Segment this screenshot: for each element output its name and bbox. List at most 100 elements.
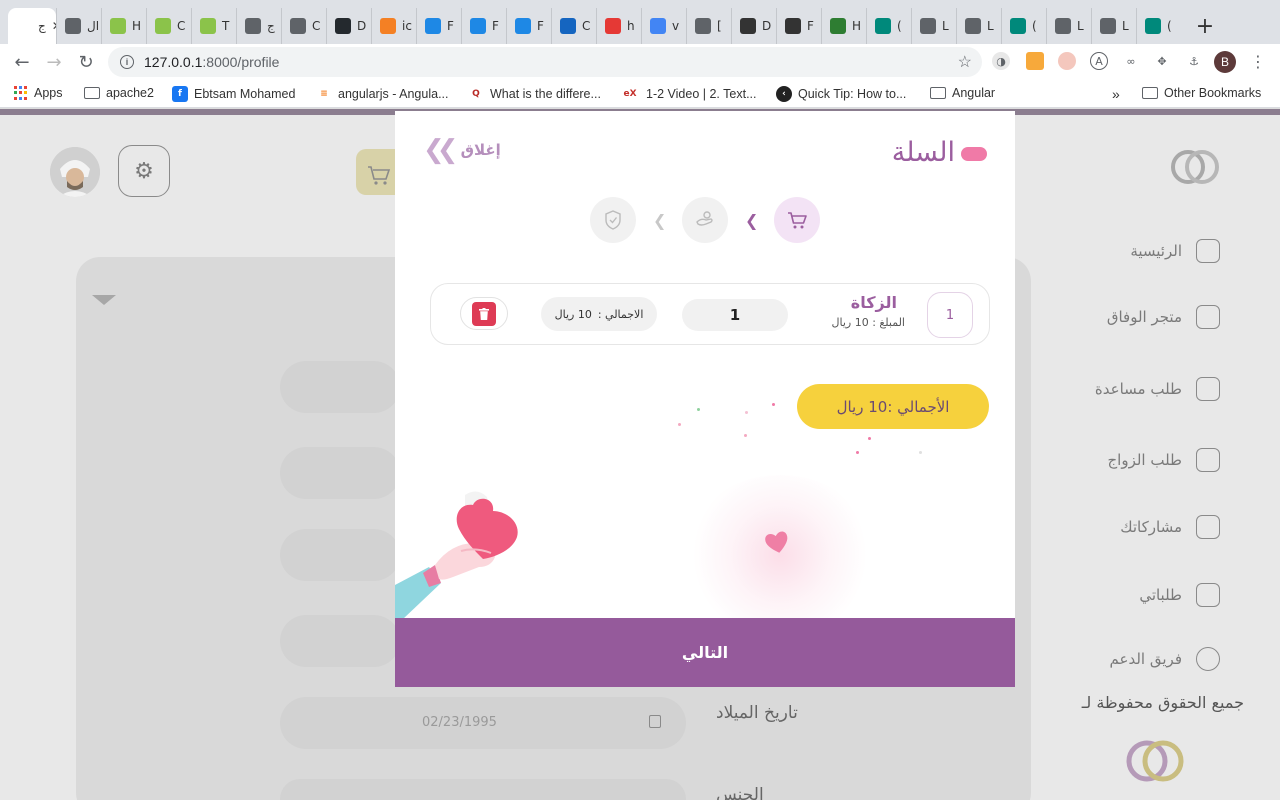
browser-tab[interactable]: C [146,8,191,44]
browser-tab[interactable]: D [731,8,776,44]
bookmark-apps[interactable]: Apps [14,86,63,100]
cart-tab[interactable] [356,149,396,195]
browser-tab[interactable]: L [956,8,1001,44]
bookmark-angularjs[interactable]: ≡ angularjs - Angula... [316,86,449,102]
site-info-icon[interactable]: i [120,55,134,69]
browser-tab[interactable]: L [1046,8,1091,44]
collapse-chevron-icon[interactable] [92,295,116,305]
reload-icon[interactable]: ↻ [70,46,102,78]
orange-extension-icon[interactable] [1026,52,1044,70]
bookmark-quora[interactable]: Q What is the differe... [468,86,601,102]
tab-title: L [987,19,994,33]
link-extension-icon[interactable]: ∞ [1122,52,1140,70]
move-extension-icon[interactable]: ✥ [1153,52,1171,70]
sidebar-item-support[interactable]: فريق الدعم [1110,647,1220,671]
settings-gear-button[interactable]: ⚙ [118,145,170,197]
address-bar[interactable]: i 127.0.0.1:8000/profile ☆ [108,47,982,77]
birth-date-value: 02/23/1995 [422,715,497,730]
double-chevron-left-icon: ❮❮ [423,135,458,165]
chat-icon [1196,647,1220,671]
bookmark-ebtsam[interactable]: f Ebtsam Mohamed [172,86,295,102]
browser-tab[interactable]: L [911,8,956,44]
quantity-input[interactable]: 1 [682,299,788,331]
close-button[interactable]: ❮❮ إغلاق [423,137,501,163]
bookmark-edx[interactable]: eX 1-2 Video | 2. Text... [620,86,757,102]
tab-title: F [537,19,544,33]
profile-field[interactable] [280,615,400,667]
browser-tab[interactable]: h [596,8,641,44]
bookmark-other[interactable]: Other Bookmarks [1142,86,1261,100]
home-icon [1196,239,1220,263]
new-tab-button[interactable]: + [1189,8,1221,44]
browser-tab[interactable]: ic [371,8,416,44]
overflow-chevron-icon: » [1112,86,1120,102]
user-avatar[interactable] [50,147,100,197]
browser-tab[interactable]: ( [1001,8,1046,44]
browser-tab[interactable]: L [1091,8,1136,44]
fv-icon [425,18,441,34]
sidebar-item-marriage-request[interactable]: طلب الزواج [1107,448,1220,472]
arrow-circle-icon: ‹ [776,86,792,102]
browser-tab[interactable]: ج [236,8,281,44]
font-extension-icon[interactable]: A [1090,52,1108,70]
bookmark-star-icon[interactable]: ☆ [958,52,972,72]
browser-tab[interactable]: T [191,8,236,44]
close-label: إغلاق [460,141,501,159]
bookmark-label: Apps [34,86,63,100]
browser-tab[interactable]: ( [866,8,911,44]
browser-tab[interactable]: ( [1136,8,1181,44]
bookmark-apache2[interactable]: apache2 [84,86,154,100]
red-extension-icon[interactable] [1058,52,1076,70]
step-payment[interactable] [682,197,728,243]
sidebar-item-label: طلب مساعدة [1094,380,1182,398]
bookmark-quicktip[interactable]: ‹ Quick Tip: How to... [776,86,906,102]
profile-field[interactable] [280,447,400,499]
browser-tab[interactable]: D [326,8,371,44]
forward-arrow-icon[interactable]: → [38,46,70,78]
puzzle-extensions-icon[interactable]: ⚓ [1185,52,1203,70]
browser-tab[interactable]: H [101,8,146,44]
browser-tab[interactable]: C [281,8,326,44]
step-cart[interactable] [774,197,820,243]
sidebar-item-help-request[interactable]: طلب مساعدة [1095,377,1220,401]
profile-field[interactable] [280,361,400,413]
browser-tab[interactable]: F [461,8,506,44]
sidebar-item-store[interactable]: متجر الوفاق [1107,305,1220,329]
sidebar-item-label: فريق الدعم [1109,650,1182,668]
site-logo[interactable] [1168,147,1222,187]
calendar-icon[interactable] [649,715,661,728]
browser-tab[interactable]: H [821,8,866,44]
bookmark-label: Angular [952,86,996,100]
browser-tab[interactable]: F [506,8,551,44]
step-confirm[interactable] [590,197,636,243]
back-arrow-icon[interactable]: ← [6,46,38,78]
sidebar-item-contributions[interactable]: مشاركاتك [1120,515,1220,539]
next-button[interactable]: التالي [395,618,1015,687]
browser-tab[interactable]: C [551,8,596,44]
contributions-icon [1196,515,1220,539]
browser-tab[interactable]: v [641,8,686,44]
gender-field[interactable] [280,779,686,800]
bookmarks-overflow-button[interactable]: » [1112,86,1120,102]
browser-tab[interactable]: ج✕ [8,8,56,44]
browser-tab[interactable]: [ [686,8,731,44]
sidebar-item-label: طلباتي [1139,586,1182,604]
dark-mode-extension-icon[interactable]: ◑ [992,52,1010,70]
trash-icon [472,301,496,326]
sidebar-item-my-requests[interactable]: طلباتي [1139,583,1220,607]
bookmark-label: angularjs - Angula... [338,87,449,101]
sidebar-item-home[interactable]: الرئيسية [1130,239,1220,263]
browser-tab[interactable]: ال [56,8,101,44]
w3-icon [110,18,126,34]
profile-avatar[interactable]: B [1214,51,1236,73]
title-pill-decoration [961,147,987,161]
browser-tab[interactable]: F [416,8,461,44]
folder-icon [1142,87,1158,99]
rings-icon [1196,448,1220,472]
browser-menu-icon[interactable]: ⋮ [1250,52,1266,71]
bookmark-angular[interactable]: Angular [930,86,995,100]
footer-logo [1122,737,1188,785]
browser-tab[interactable]: F [776,8,821,44]
profile-field[interactable] [280,529,400,581]
delete-item-button[interactable] [460,297,508,330]
